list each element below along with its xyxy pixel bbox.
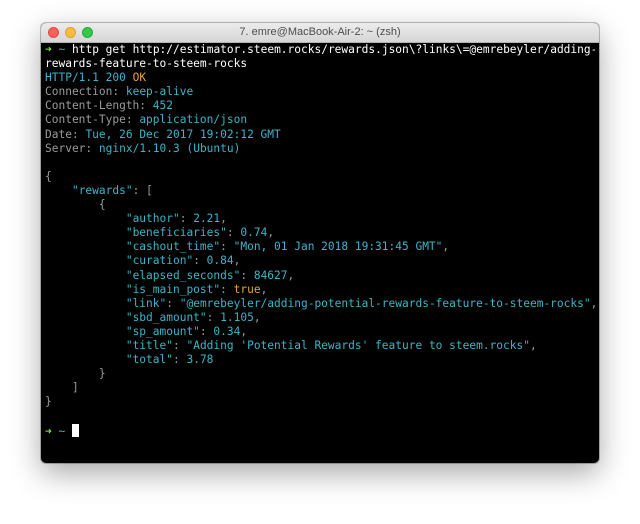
json-key: "beneficiaries" [125, 226, 227, 240]
json-key: "is_main_post" [125, 282, 221, 296]
json-key: "cashout_time" [125, 240, 221, 254]
json-key: "link" [125, 296, 167, 310]
json-field: "is_main_post": true, [125, 282, 268, 296]
command-text-continued: rewards-feature-to-steem-rocks [45, 57, 248, 71]
json-field: "total": 3.78 [125, 353, 214, 367]
json-field: "cashout_time": "Mon, 01 Jan 2018 19:31:… [125, 240, 450, 254]
header-value: nginx/1.10.3 (Ubuntu) [98, 141, 241, 155]
header-line: Server: nginx/1.10.3 (Ubuntu) [45, 141, 241, 155]
status-text: OK [132, 71, 147, 85]
json-key: "sbd_amount" [125, 310, 207, 324]
json-field: "sp_amount": 0.34, [125, 324, 248, 338]
status-code: 200 [105, 71, 126, 85]
json-value: "Adding 'Potential Rewards' feature to s… [186, 338, 530, 352]
header-value: keep-alive [125, 85, 194, 99]
json-object-close: } [45, 367, 106, 381]
json-value: 0.74 [240, 226, 268, 240]
header-line: Date: Tue, 26 Dec 2017 19:02:12 GMT [45, 127, 281, 141]
window-title: 7. emre@MacBook-Air-2: ~ (zsh) [239, 26, 401, 38]
header-line: Connection: keep-alive [45, 85, 194, 99]
json-key: "title" [125, 338, 173, 352]
header-line: Content-Length: 452 [45, 99, 173, 113]
terminal-window: 7. emre@MacBook-Air-2: ~ (zsh) ➜ ~ http … [41, 23, 599, 463]
prompt-arrow-icon: ➜ [45, 43, 52, 56]
header-value: Tue, 26 Dec 2017 19:02:12 GMT [85, 127, 281, 141]
prompt-line[interactable]: ➜ ~ [45, 423, 595, 438]
json-key: "curation" [125, 254, 194, 268]
json-key: "elapsed_seconds" [125, 268, 241, 282]
header-name: Content-Length [45, 99, 140, 113]
prompt-arrow-icon: ➜ [45, 424, 52, 438]
json-value: 0.34 [213, 324, 241, 338]
command-text: http get http://estimator.steem.rocks/re… [72, 43, 595, 56]
header-name: Connection [45, 85, 113, 99]
json-value: "@emrebeyler/adding-potential-rewards-fe… [179, 296, 591, 310]
json-key: "sp_amount" [125, 324, 200, 338]
header-value: application/json [139, 113, 248, 127]
json-value: 84627 [253, 268, 288, 282]
json-array-close: ] [45, 381, 79, 395]
json-key: "total" [125, 353, 173, 367]
header-name: Date [45, 127, 72, 141]
json-key: "author" [125, 212, 180, 226]
json-value: true [233, 282, 261, 296]
text-cursor [72, 423, 79, 437]
header-name: Content-Type [45, 113, 126, 127]
command-line-continued: rewards-feature-to-steem-rocks [45, 57, 595, 71]
json-open-brace: { [45, 169, 52, 183]
json-key: "rewards" [71, 183, 133, 197]
json-object-open: { [45, 198, 106, 212]
prompt-directory: ~ [58, 43, 66, 56]
header-name: Server [45, 141, 86, 155]
header-value: 452 [152, 99, 173, 113]
json-field: "author": 2.21, [125, 212, 227, 226]
json-close-brace: } [45, 395, 52, 409]
http-version: HTTP/1.1 [45, 71, 99, 85]
json-field: "sbd_amount": 1.105, [125, 310, 261, 324]
json-field: "beneficiaries": 0.74, [125, 226, 275, 240]
json-value: 2.21 [193, 212, 221, 226]
header-line: Content-Type: application/json [45, 113, 248, 127]
json-value: 1.105 [220, 310, 254, 324]
json-field: "title": "Adding 'Potential Rewards' fea… [125, 338, 537, 352]
json-field: "link": "@emrebeyler/adding-potential-re… [125, 296, 595, 310]
json-rewards-line: "rewards": [ [71, 183, 153, 197]
title-bar[interactable]: 7. emre@MacBook-Air-2: ~ (zsh) [41, 23, 599, 43]
json-value: "Mon, 01 Jan 2018 19:31:45 GMT" [233, 240, 443, 254]
json-value: 3.78 [186, 353, 214, 367]
terminal-output[interactable]: ➜ ~ http get http://estimator.steem.rock… [41, 43, 599, 463]
status-line: HTTP/1.1 200 OK [45, 71, 595, 85]
json-value: 0.84 [206, 254, 234, 268]
prompt-directory: ~ [58, 424, 66, 438]
command-line: ➜ ~ http get http://estimator.steem.rock… [45, 43, 595, 57]
json-field: "curation": 0.84, [125, 254, 241, 268]
json-field: "elapsed_seconds": 84627, [125, 268, 295, 282]
